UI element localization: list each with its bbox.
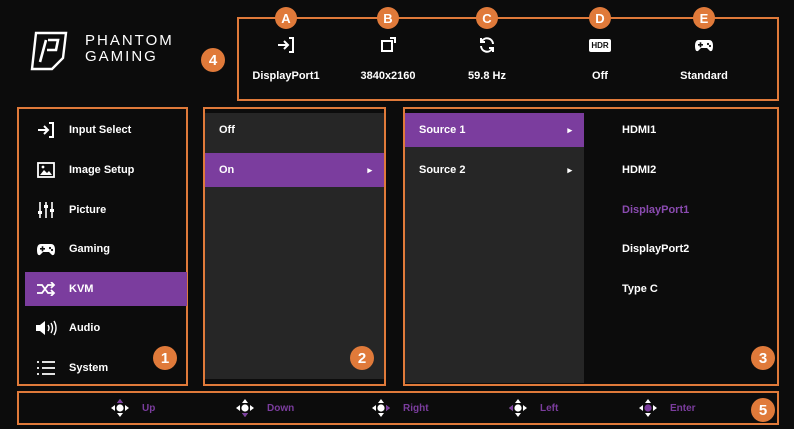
refresh-icon: [480, 37, 494, 53]
status-badge-e: E: [693, 7, 715, 29]
source-item-1[interactable]: Source 1 ▸: [405, 113, 584, 147]
gamepad-icon: [37, 244, 55, 256]
logo-line2: GAMING: [85, 48, 158, 65]
joystick-left-icon: [509, 399, 527, 417]
nav-label: Right: [403, 402, 429, 414]
status-resolution: 3840x2160: [333, 30, 443, 82]
sliders-icon: [38, 202, 54, 218]
status-hdr-value: Off: [592, 70, 608, 82]
image-icon: [37, 162, 55, 178]
input-arrow-icon: [278, 37, 294, 53]
logo-text: PHANTOM GAMING: [85, 33, 174, 65]
chevron-right-icon: ▸: [567, 124, 572, 135]
callout-3: 3: [751, 346, 775, 370]
option-hdmi1[interactable]: HDMI1: [622, 124, 656, 136]
status-refresh: 59.8 Hz: [432, 30, 542, 82]
sidebar-item-label: Audio: [69, 322, 101, 334]
sidebar-item-label: System: [69, 362, 109, 374]
joystick-down-icon: [236, 399, 254, 417]
nav-right[interactable]: Right: [371, 398, 429, 418]
status-badge-a: A: [275, 7, 297, 29]
status-mode: Standard: [649, 30, 759, 82]
sidebar-item-label: Input Select: [69, 124, 132, 136]
sidebar-item-label: KVM: [69, 283, 94, 295]
hdr-icon: HDR: [589, 38, 611, 52]
sidebar-item-label: Image Setup: [69, 164, 135, 176]
option-type-c[interactable]: Type C: [622, 283, 658, 295]
sidebar-item-image-setup[interactable]: Image Setup: [25, 153, 187, 187]
nav-label: Enter: [670, 402, 696, 414]
option-displayport1[interactable]: DisplayPort1: [622, 204, 689, 216]
input-arrow-icon: [38, 122, 54, 138]
submenu-item-off[interactable]: Off: [205, 113, 384, 147]
phantom-gaming-logo-icon: [30, 31, 68, 71]
joystick-right-icon: [372, 399, 390, 417]
nav-label: Up: [142, 402, 156, 414]
shuffle-icon: [37, 282, 56, 296]
status-hdr: HDR Off: [545, 30, 655, 82]
nav-left[interactable]: Left: [508, 398, 558, 418]
sidebar-item-picture[interactable]: Picture: [25, 193, 187, 227]
source-item-label: Source 2: [419, 164, 466, 176]
sidebar-item-kvm[interactable]: KVM: [25, 272, 187, 306]
sidebar-item-gaming[interactable]: Gaming: [25, 232, 187, 266]
nav-label: Down: [267, 402, 295, 414]
callout-4: 4: [201, 48, 225, 72]
sidebar-item-system[interactable]: System: [25, 351, 187, 385]
status-badge-d: D: [589, 7, 611, 29]
gamepad-icon: [695, 40, 713, 52]
status-mode-value: Standard: [680, 70, 728, 82]
nav-down[interactable]: Down: [235, 398, 294, 418]
source-item-label: Source 1: [419, 124, 466, 136]
list-icon: [37, 361, 55, 375]
nav-label: Left: [540, 402, 559, 414]
sidebar-item-label: Gaming: [69, 243, 110, 255]
joystick-press-icon: [639, 399, 657, 417]
chevron-right-icon: ▸: [567, 164, 572, 175]
joystick-up-icon: [111, 399, 129, 417]
resolution-icon: [381, 37, 396, 52]
source-item-2[interactable]: Source 2 ▸: [405, 153, 584, 187]
sidebar-item-input-select[interactable]: Input Select: [25, 113, 187, 147]
submenu-item-label: On: [219, 164, 235, 176]
option-hdmi2[interactable]: HDMI2: [622, 164, 656, 176]
nav-enter[interactable]: Enter: [638, 398, 696, 418]
submenu-item-label: Off: [219, 124, 235, 136]
status-badge-b: B: [377, 7, 399, 29]
status-resolution-value: 3840x2160: [360, 70, 416, 82]
nav-up[interactable]: Up: [110, 398, 155, 418]
sidebar-item-audio[interactable]: Audio: [25, 311, 187, 345]
chevron-right-icon: ▸: [367, 164, 372, 175]
logo-line1: PHANTOM: [85, 32, 174, 49]
option-displayport2[interactable]: DisplayPort2: [622, 243, 689, 255]
speaker-icon: [36, 320, 57, 336]
submenu-item-on[interactable]: On ▸: [205, 153, 384, 187]
status-refresh-value: 59.8 Hz: [468, 70, 506, 82]
status-badge-c: C: [476, 7, 498, 29]
status-input-value: DisplayPort1: [252, 70, 320, 82]
callout-2: 2: [350, 346, 374, 370]
callout-5: 5: [751, 398, 775, 422]
status-input: DisplayPort1: [231, 30, 341, 82]
sidebar-item-label: Picture: [69, 204, 107, 216]
